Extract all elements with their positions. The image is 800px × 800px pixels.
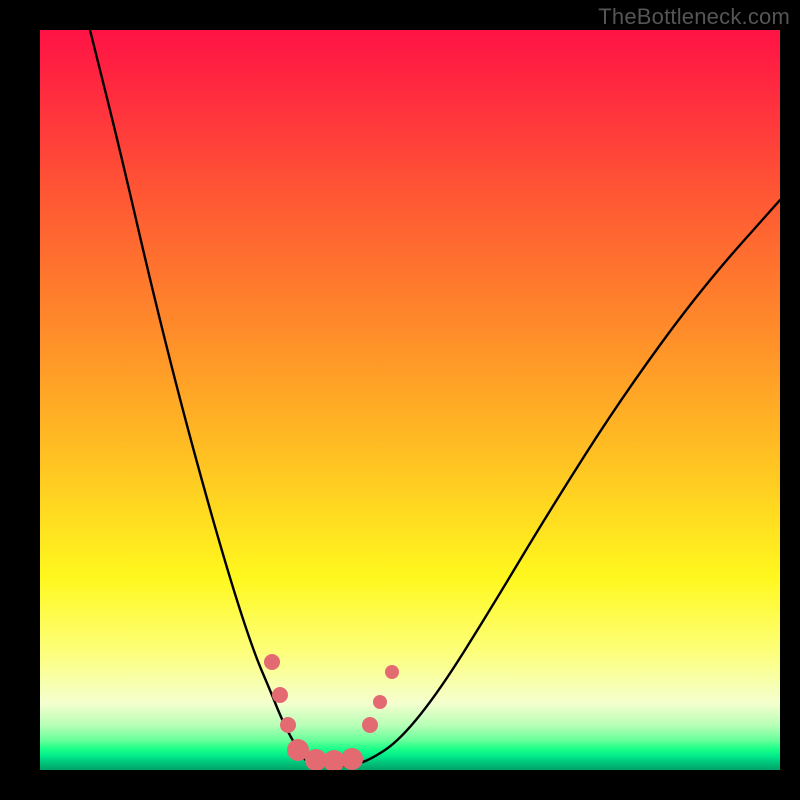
curve-marker (362, 717, 378, 733)
curve-marker (385, 665, 399, 679)
curve-marker (373, 695, 387, 709)
bottleneck-curve (90, 30, 780, 766)
chart-frame: TheBottleneck.com (0, 0, 800, 800)
curve-marker (280, 717, 296, 733)
plot-area (40, 30, 780, 770)
watermark-text: TheBottleneck.com (598, 4, 790, 30)
curve-marker (272, 687, 288, 703)
curve-layer (40, 30, 780, 770)
curve-marker (341, 748, 363, 770)
curve-marker (264, 654, 280, 670)
